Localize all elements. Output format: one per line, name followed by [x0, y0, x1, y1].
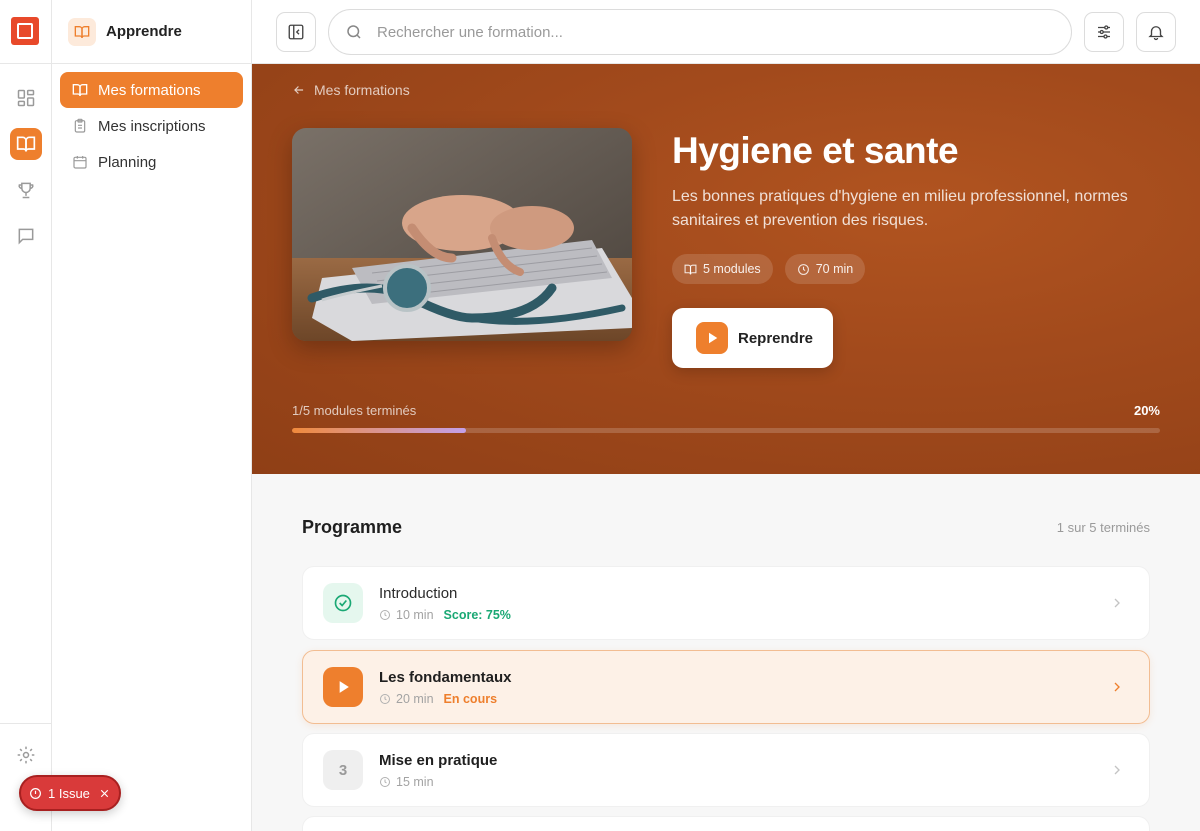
- calendar-icon: [73, 156, 87, 169]
- section-sidebar: Apprendre Mes formations Mes inscription…: [52, 0, 252, 831]
- module-score: Score: 75%: [443, 607, 511, 622]
- back-link[interactable]: Mes formations: [292, 82, 410, 98]
- resume-button-label: Reprendre: [738, 329, 814, 347]
- modules-chip-label: 5 modules: [703, 262, 761, 276]
- programme-count: 1 sur 5 terminés: [1056, 520, 1150, 535]
- issue-label: 1 Issue: [48, 785, 90, 801]
- clock-icon: [797, 263, 809, 275]
- issue-badge[interactable]: 1 Issue: [19, 775, 121, 811]
- chat-icon: [18, 228, 34, 245]
- play-icon: [323, 667, 363, 707]
- course-meta: 5 modules 70 min: [672, 254, 877, 284]
- sidebar-item-label: Planning: [98, 153, 157, 171]
- toggle-sidebar-button[interactable]: [276, 12, 316, 52]
- check-circle-icon: [323, 583, 363, 623]
- dashboard-icon: [17, 89, 35, 107]
- clock-icon: [380, 693, 390, 704]
- search-input[interactable]: [377, 23, 1037, 41]
- progress-bar: [292, 428, 1160, 433]
- module-title: Mise en pratique: [379, 751, 498, 769]
- module-title: Les fondamentaux: [379, 668, 512, 686]
- filters-button[interactable]: [1084, 12, 1124, 52]
- chevron-right-icon: [1114, 682, 1120, 692]
- search-icon: [347, 25, 361, 39]
- module-item[interactable]: 3 Mise en pratique 15 min: [302, 733, 1150, 807]
- course-image: [292, 128, 632, 341]
- progress-label: 1/5 modules terminés: [292, 403, 417, 418]
- module-item[interactable]: Introduction 10 min Score: 75%: [302, 566, 1150, 640]
- programme-title: Programme: [302, 517, 403, 537]
- trophy-icon: [18, 182, 34, 199]
- notifications-button[interactable]: [1136, 12, 1176, 52]
- chevron-right-icon: [1114, 598, 1120, 608]
- settings-icon: [17, 746, 35, 764]
- resume-button[interactable]: Reprendre: [672, 308, 833, 368]
- close-icon[interactable]: [98, 787, 111, 800]
- sidebar-item-label: Mes inscriptions: [98, 117, 206, 135]
- module-title: Introduction: [379, 584, 458, 602]
- rail-messages-button[interactable]: [10, 220, 42, 252]
- rail-divider: [0, 63, 51, 64]
- sidebar-item-mes-inscriptions[interactable]: Mes inscriptions: [60, 108, 243, 144]
- section-title: Apprendre: [106, 23, 182, 40]
- book-icon: [72, 84, 88, 97]
- book-icon: [68, 17, 96, 46]
- module-duration: 20 min: [396, 691, 434, 706]
- sidebar-item-planning[interactable]: Planning: [60, 144, 243, 180]
- bell-icon: [1148, 26, 1164, 41]
- back-link-label: Mes formations: [314, 82, 410, 98]
- arrow-left-icon: [294, 86, 304, 94]
- clock-icon: [380, 776, 390, 787]
- course-title: Hygiene et sante: [672, 130, 959, 171]
- section-header: Apprendre: [52, 0, 251, 64]
- course-hero: Mes formations Hygiene et sante Les bonn…: [252, 64, 1200, 474]
- top-bar: [252, 0, 1200, 64]
- rail-divider: [0, 723, 51, 724]
- module-item[interactable]: [302, 816, 1150, 831]
- book-icon: [16, 136, 36, 152]
- clock-icon: [380, 609, 390, 620]
- app-logo[interactable]: [11, 17, 39, 45]
- sidebar-nav: Mes formations Mes inscriptions Planning: [60, 72, 243, 180]
- book-icon: [684, 264, 697, 274]
- chevron-right-icon: [1114, 765, 1120, 775]
- clipboard-icon: [74, 118, 86, 133]
- progress-percent: 20%: [1133, 403, 1160, 418]
- sidebar-item-mes-formations[interactable]: Mes formations: [60, 72, 243, 108]
- duration-chip-label: 70 min: [815, 262, 854, 276]
- module-status: En cours: [443, 691, 498, 706]
- alert-circle-icon: [30, 787, 41, 799]
- module-duration: 10 min: [396, 607, 434, 622]
- module-number: 3: [323, 750, 363, 790]
- search-field[interactable]: [328, 9, 1072, 55]
- module-item-current[interactable]: Les fondamentaux 20 min En cours: [302, 650, 1150, 724]
- rail-dashboard-button[interactable]: [10, 82, 42, 114]
- progress-bar-fill: [292, 428, 466, 433]
- icon-rail: [0, 0, 52, 831]
- sliders-icon: [1098, 25, 1110, 39]
- play-icon: [696, 322, 728, 354]
- sidebar-item-label: Mes formations: [98, 81, 201, 99]
- modules-chip: 5 modules: [672, 254, 773, 284]
- rail-learn-button[interactable]: [10, 128, 42, 160]
- rail-settings-button[interactable]: [10, 739, 42, 771]
- module-duration: 15 min: [396, 774, 434, 789]
- course-description: Les bonnes pratiques d'hygiene en milieu…: [672, 188, 1128, 229]
- duration-chip: 70 min: [784, 254, 866, 284]
- sidebar-toggle-icon: [288, 24, 304, 40]
- rail-trophy-button[interactable]: [10, 174, 42, 206]
